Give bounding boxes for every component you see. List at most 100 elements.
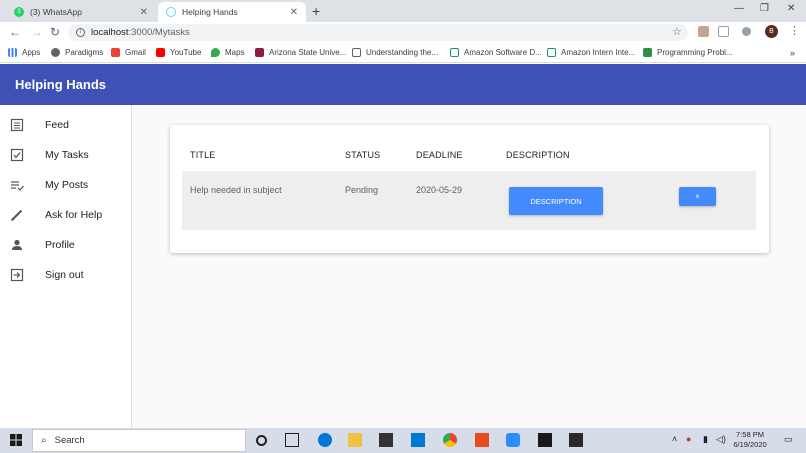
- extension-icon[interactable]: [718, 26, 729, 37]
- sidebar-item-sign-out[interactable]: Sign out: [0, 260, 131, 290]
- sidebar-item-label: Ask for Help: [45, 209, 103, 221]
- sidebar-item-my-posts[interactable]: My Posts: [0, 170, 131, 200]
- url-host: localhost: [91, 27, 129, 38]
- task-deadline: 2020-05-29: [416, 185, 463, 195]
- playlist-check-icon: [11, 181, 24, 191]
- bookmark-paradigms[interactable]: Paradigms: [51, 48, 103, 57]
- command-prompt-icon[interactable]: [569, 433, 583, 447]
- terminal-icon[interactable]: [538, 433, 552, 447]
- table-row: Help needed in subject Pending 2020-05-2…: [182, 171, 756, 230]
- taskbar-clock[interactable]: 7:58 PM 6/19/2020: [730, 430, 770, 450]
- close-tab-icon[interactable]: ✕: [140, 7, 148, 18]
- browser-menu-icon[interactable]: ⋮: [789, 24, 800, 37]
- youtube-icon: [156, 48, 165, 57]
- column-header-deadline: DEADLINE: [416, 150, 463, 160]
- extension-pdf-icon[interactable]: [698, 26, 709, 37]
- battery-icon[interactable]: ▮: [703, 434, 708, 445]
- bookmark-label: Paradigms: [65, 48, 104, 57]
- sidebar-item-ask-for-help[interactable]: Ask for Help: [0, 200, 131, 230]
- sidebar-item-label: Feed: [45, 119, 69, 131]
- sidebar-item-label: Profile: [45, 239, 75, 251]
- search-icon: ⌕: [41, 435, 47, 446]
- globe-icon: [51, 48, 60, 57]
- chevron-up-icon[interactable]: ˄: [672, 434, 677, 444]
- browser-toolbar: ← → ↻ i localhost:3000/Mytasks: [0, 22, 806, 43]
- task-view-icon[interactable]: [285, 433, 299, 447]
- asu-icon: [255, 48, 264, 57]
- maps-pin-icon: [211, 48, 220, 57]
- address-bar[interactable]: i localhost:3000/Mytasks: [68, 24, 688, 41]
- file-explorer-icon[interactable]: [348, 433, 362, 447]
- volume-icon[interactable]: ◁): [716, 434, 726, 445]
- tab-helping-hands[interactable]: Helping Hands ✕: [158, 2, 306, 22]
- pencil-icon: [11, 209, 23, 221]
- key-icon[interactable]: [742, 27, 751, 36]
- office-icon[interactable]: [475, 433, 489, 447]
- bookmark-asu[interactable]: Arizona State Unive...: [255, 48, 346, 57]
- bookmark-amazon-intern[interactable]: Amazon Intern Inte...: [547, 48, 635, 57]
- bookmark-label: Programming Probl...: [657, 48, 733, 57]
- apps-grid-icon: [8, 48, 17, 57]
- tasks-card: TITLE STATUS DEADLINE DESCRIPTION Help n…: [170, 125, 769, 253]
- exit-icon: [10, 268, 24, 282]
- tab-whatsapp[interactable]: 3 (3) WhatsApp ✕: [6, 2, 156, 22]
- sidebar-item-profile[interactable]: Profile: [0, 230, 131, 260]
- sidebar-item-label: Sign out: [45, 269, 84, 281]
- info-icon[interactable]: i: [76, 28, 85, 37]
- column-header-title: TITLE: [190, 150, 216, 160]
- close-window-icon[interactable]: ✕: [787, 3, 795, 14]
- edge-icon[interactable]: [318, 433, 332, 447]
- bookmark-gmail[interactable]: Gmail: [111, 48, 146, 57]
- app-title: Helping Hands: [15, 77, 107, 92]
- sidebar-item-label: My Posts: [45, 179, 89, 191]
- description-button[interactable]: DESCRIPTION: [509, 187, 603, 215]
- task-status: Pending: [345, 185, 379, 195]
- network-icon[interactable]: ●: [686, 434, 691, 444]
- new-tab-icon[interactable]: +: [312, 3, 320, 19]
- gmail-icon: [111, 48, 120, 57]
- search-placeholder: Search: [54, 435, 85, 446]
- gfg-icon: [643, 48, 652, 57]
- app-header: Helping Hands: [0, 64, 806, 105]
- chrome-icon[interactable]: [443, 433, 457, 447]
- forward-icon[interactable]: →: [31, 25, 43, 39]
- tab-title: (3) WhatsApp: [30, 7, 82, 17]
- restore-icon[interactable]: ❐: [760, 3, 769, 14]
- bookmark-star-icon[interactable]: ☆: [672, 25, 682, 38]
- windows-start-icon[interactable]: [10, 434, 22, 446]
- minimize-icon[interactable]: —: [734, 3, 744, 14]
- sidebar: Feed My Tasks My Posts Ask for Help Prof…: [0, 105, 132, 428]
- whatsapp-icon: 3: [14, 7, 24, 17]
- browser-tab-strip: 3 (3) WhatsApp ✕ Helping Hands ✕ + — ❐ ✕: [0, 0, 806, 22]
- taskbar-search-input[interactable]: ⌕ Search: [32, 429, 246, 452]
- notification-icon[interactable]: ▭: [784, 434, 793, 445]
- zoom-icon[interactable]: [506, 433, 520, 447]
- bookmark-understanding[interactable]: Understanding the...: [352, 48, 438, 57]
- bookmark-apps[interactable]: Apps: [8, 48, 40, 57]
- store-icon[interactable]: [379, 433, 393, 447]
- mail-icon[interactable]: [411, 433, 425, 447]
- windows-taskbar: ⌕ Search ˄ ● ▮ ◁) 7:58 PM 6/19/2020 ▭: [0, 428, 806, 453]
- bookmark-programming[interactable]: Programming Probl...: [643, 48, 733, 57]
- main-content: TITLE STATUS DEADLINE DESCRIPTION Help n…: [132, 105, 806, 428]
- task-title: Help needed in subject: [190, 185, 282, 195]
- back-icon[interactable]: ←: [9, 25, 21, 39]
- reload-icon[interactable]: ↻: [50, 25, 60, 39]
- more-bookmarks-icon[interactable]: »: [790, 48, 795, 58]
- bookmark-label: Gmail: [125, 48, 146, 57]
- sidebar-item-label: My Tasks: [45, 149, 89, 161]
- sidebar-item-my-tasks[interactable]: My Tasks: [0, 140, 131, 170]
- close-tab-icon[interactable]: ✕: [290, 7, 298, 18]
- remove-task-button[interactable]: ×: [679, 187, 716, 206]
- sidebar-item-feed[interactable]: Feed: [0, 110, 131, 140]
- bookmark-label: Understanding the...: [366, 48, 439, 57]
- bookmark-youtube[interactable]: YouTube: [156, 48, 201, 57]
- bookmark-label: Amazon Intern Inte...: [561, 48, 636, 57]
- cortana-icon[interactable]: [256, 435, 267, 446]
- profile-avatar[interactable]: B: [765, 25, 778, 38]
- bookmark-label: YouTube: [170, 48, 202, 57]
- bookmark-maps[interactable]: Maps: [211, 48, 245, 57]
- react-icon: [166, 7, 176, 17]
- tab-title: Helping Hands: [182, 7, 238, 17]
- bookmark-amazon-software[interactable]: Amazon Software D...: [450, 48, 542, 57]
